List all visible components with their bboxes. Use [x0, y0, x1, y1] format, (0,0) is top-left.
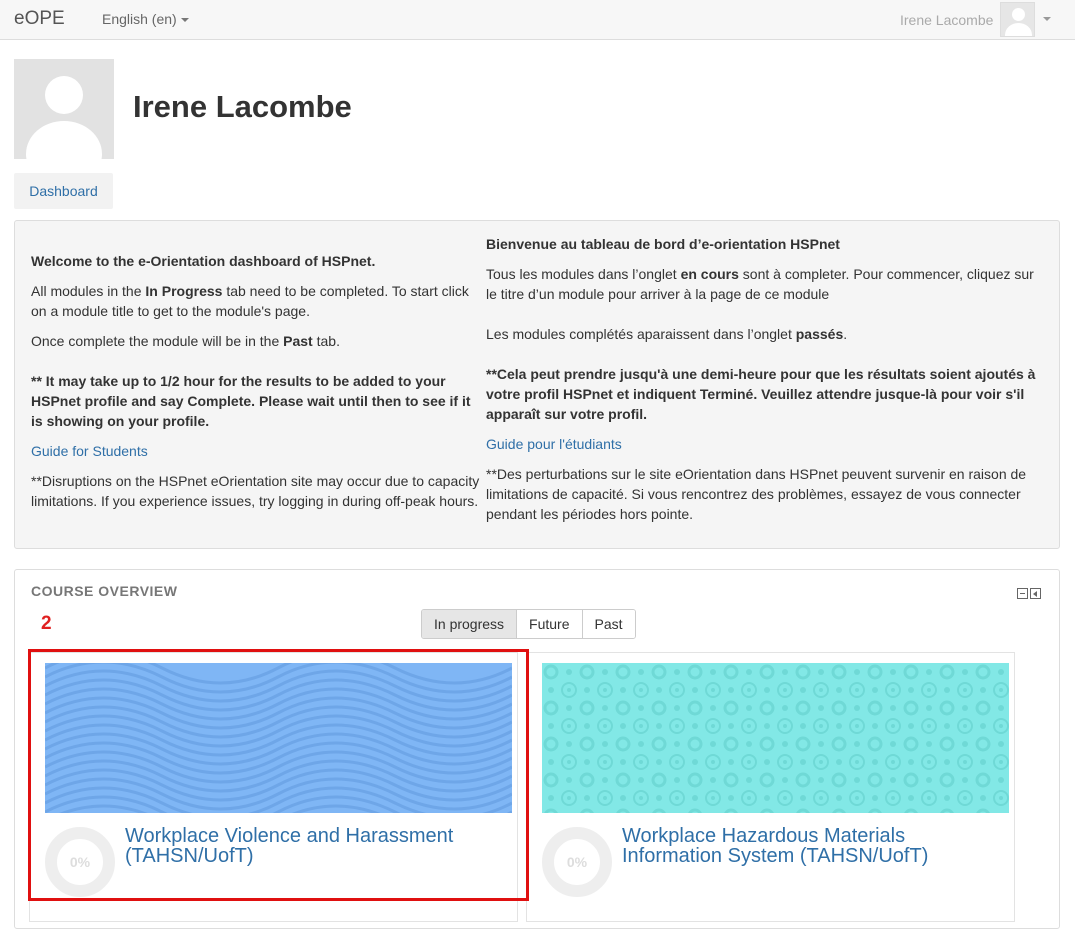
user-avatar-icon[interactable]	[1000, 2, 1035, 37]
course-tabs: In progress Future Past	[421, 609, 636, 639]
welcome-french: Bienvenue au tableau de bord d’e-orienta…	[486, 234, 1044, 524]
chevron-down-icon	[180, 18, 189, 23]
user-menu-caret-icon[interactable]	[1043, 17, 1051, 21]
guide-for-students-link[interactable]: Guide for Students	[31, 443, 148, 459]
progress-circle: 0%	[542, 827, 612, 897]
welcome-panel: Welcome to the e-Orientation dashboard o…	[14, 220, 1060, 549]
welcome-heading-fr: Bienvenue au tableau de bord d’e-orienta…	[486, 236, 840, 252]
collapse-icon[interactable]	[1017, 588, 1028, 599]
course-title-link[interactable]: Workplace Hazardous Materials Informatio…	[622, 826, 982, 866]
welcome-p1-fr: Tous les modules dans l’onglet en cours …	[486, 266, 1034, 302]
top-navbar: eOPE English (en) Irene Lacombe	[0, 0, 1075, 40]
welcome-note-fr: **Cela peut prendre jusqu'à une demi-heu…	[486, 366, 1036, 422]
brand-link[interactable]: eOPE	[14, 8, 65, 30]
tab-future[interactable]: Future	[516, 610, 582, 638]
guide-pour-etudiants-link[interactable]: Guide pour l'étudiants	[486, 436, 622, 452]
course-card[interactable]: 0% Workplace Hazardous Materials Informa…	[526, 652, 1015, 922]
language-label: English (en)	[102, 11, 177, 27]
disruption-note-en: **Disruptions on the HSPnet eOrientation…	[31, 473, 480, 509]
disruption-note-fr: **Des perturbations sur le site eOrienta…	[486, 466, 1027, 522]
annotation-highlight-box	[28, 649, 529, 901]
language-menu[interactable]: English (en)	[102, 11, 189, 27]
course-banner-image[interactable]	[542, 663, 1009, 813]
profile-avatar	[14, 59, 114, 159]
block-controls	[1017, 586, 1043, 604]
welcome-p1-en: All modules in the In Progress tab need …	[31, 283, 469, 319]
tab-past[interactable]: Past	[581, 610, 635, 638]
dock-icon[interactable]	[1030, 588, 1041, 599]
user-menu-name[interactable]: Irene Lacombe	[900, 12, 993, 28]
page-title: Irene Lacombe	[133, 89, 352, 124]
dashboard-button[interactable]: Dashboard	[14, 173, 113, 209]
course-overview-block: COURSE OVERVIEW 2 In progress Future Pas…	[14, 569, 1060, 929]
welcome-english: Welcome to the e-Orientation dashboard o…	[31, 251, 481, 511]
annotation-label: 2	[41, 613, 52, 634]
welcome-heading-en: Welcome to the e-Orientation dashboard o…	[31, 253, 376, 269]
course-overview-title: COURSE OVERVIEW	[31, 583, 178, 599]
welcome-p2-fr: Les modules complétés aparaissent dans l…	[486, 326, 848, 342]
tab-in-progress[interactable]: In progress	[422, 610, 517, 638]
welcome-note-en: ** It may take up to 1/2 hour for the re…	[31, 373, 471, 429]
progress-percent: 0%	[566, 854, 588, 870]
welcome-p2-en: Once complete the module will be in the …	[31, 333, 340, 349]
